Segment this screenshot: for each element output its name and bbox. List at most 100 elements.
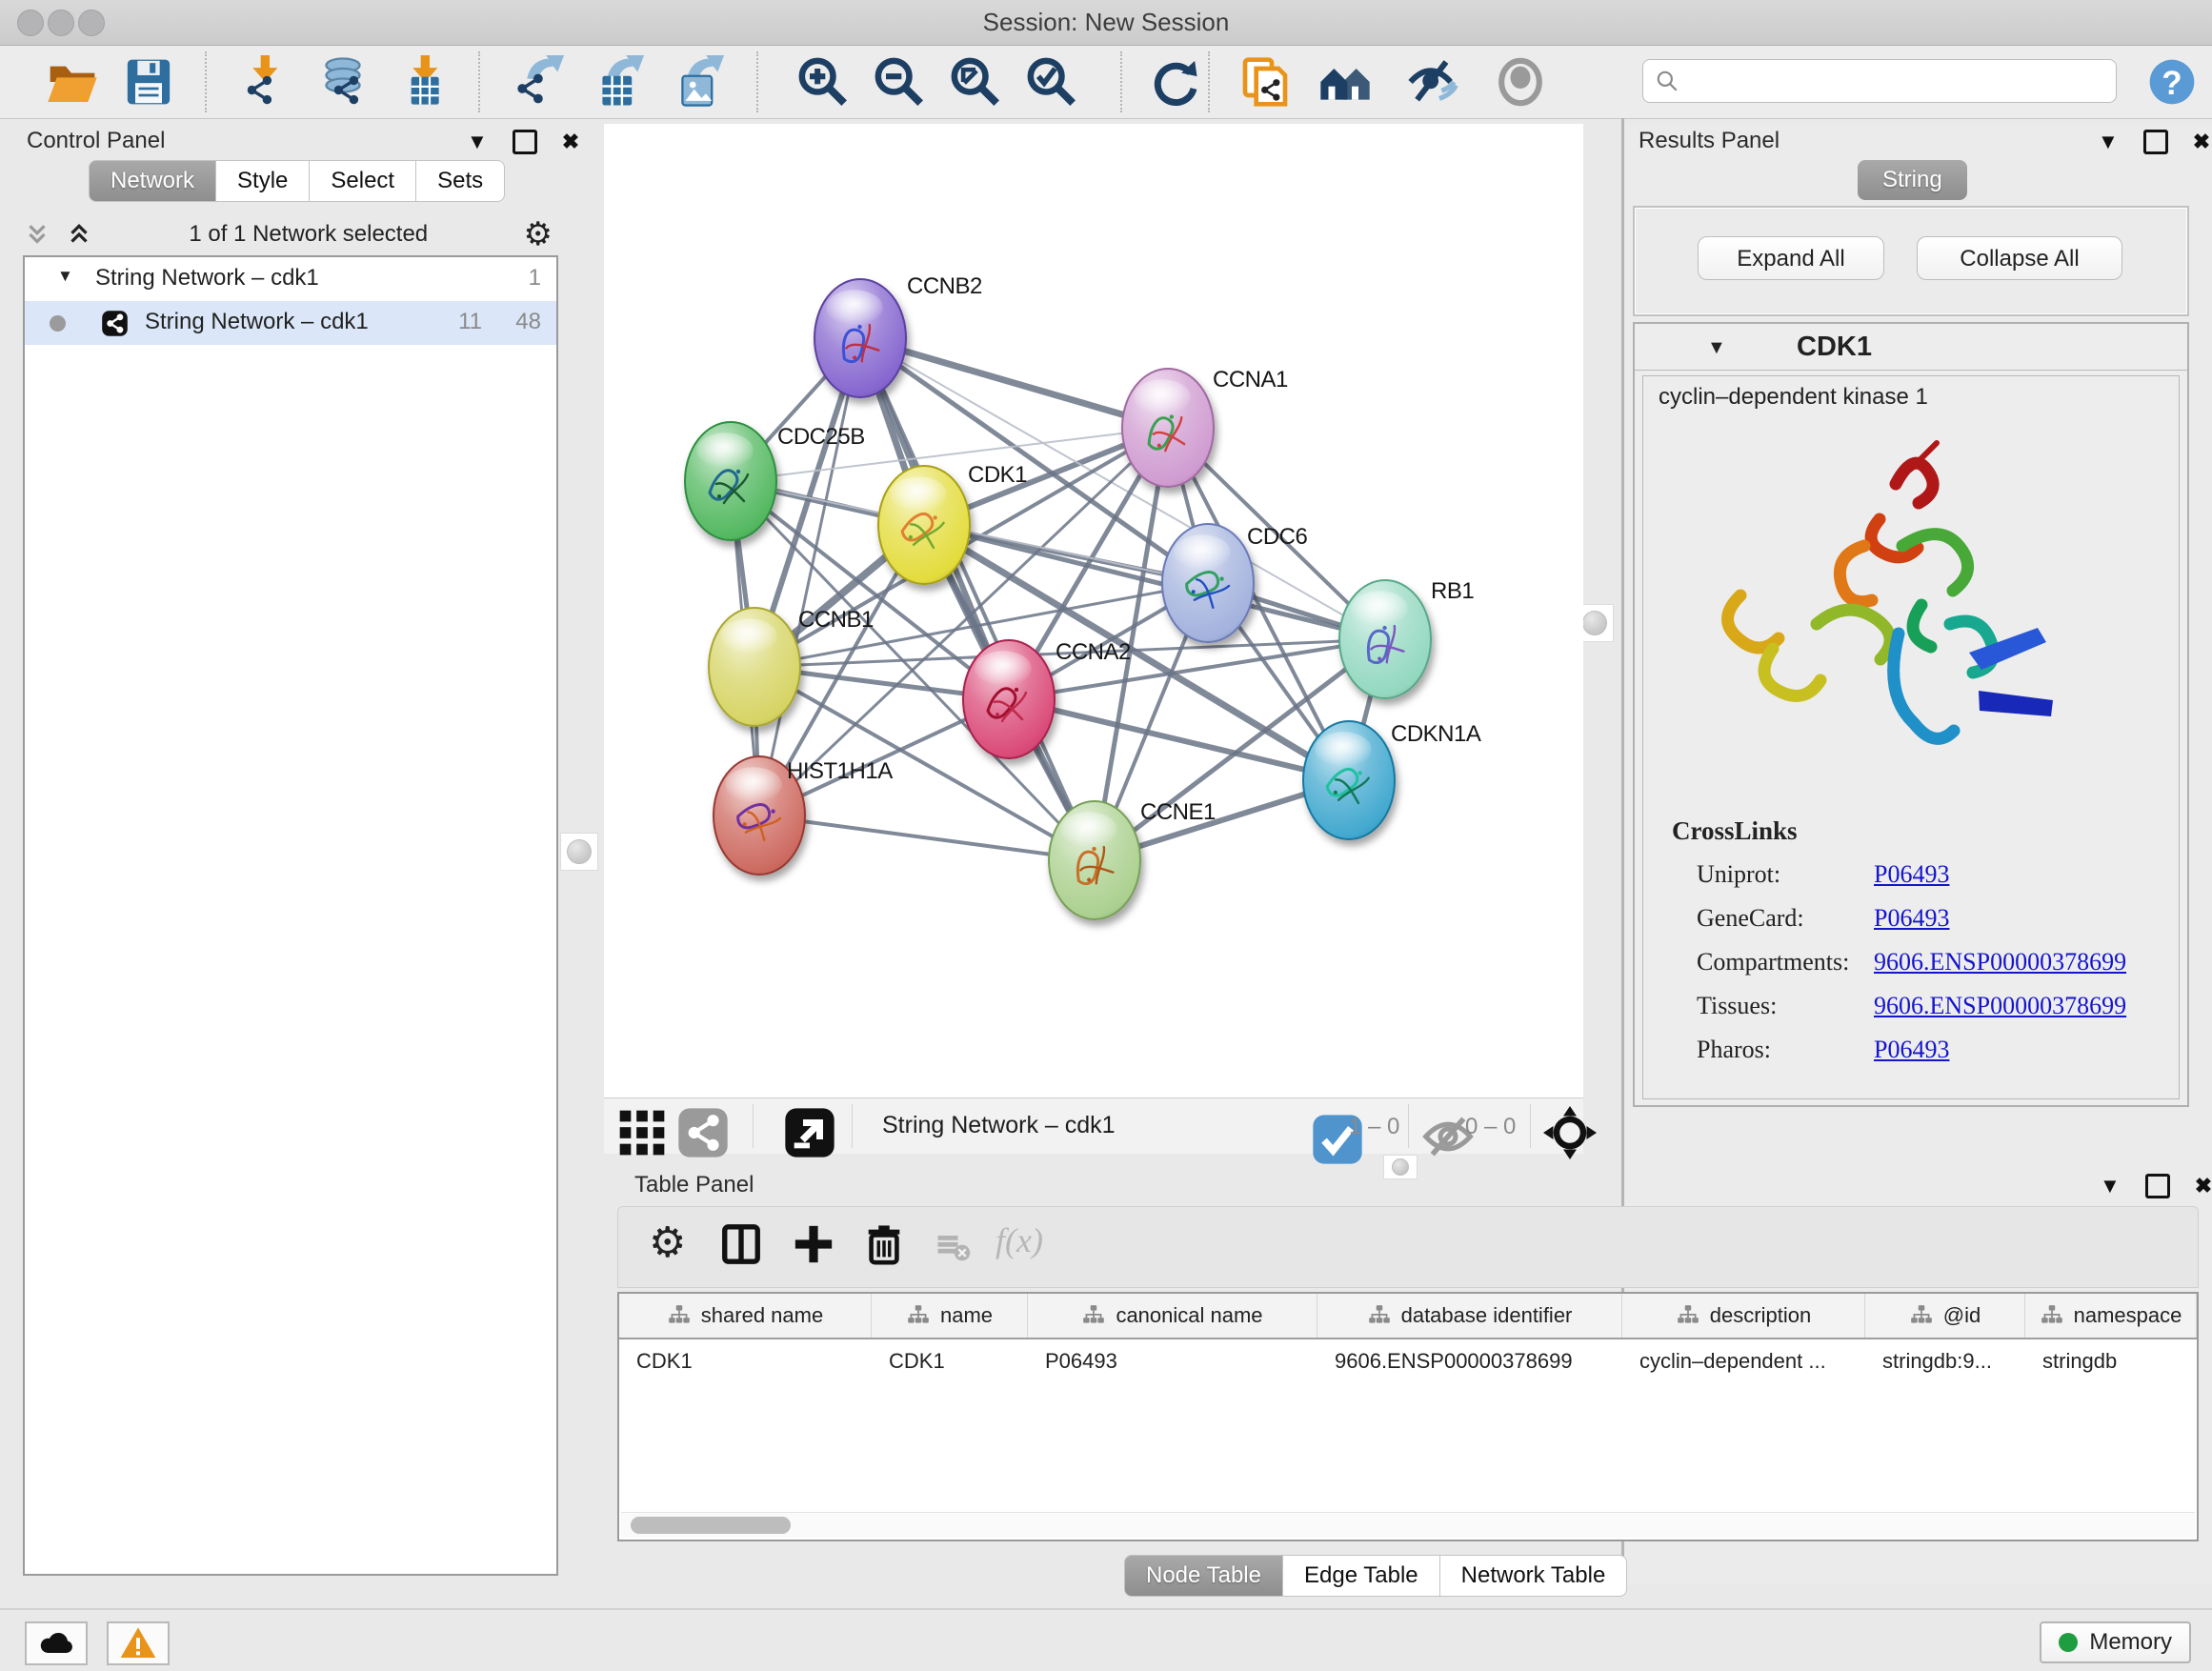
expand-all-icon[interactable] xyxy=(65,220,93,249)
clone-network-icon[interactable] xyxy=(1238,55,1292,109)
tab-sets[interactable]: Sets xyxy=(416,160,505,202)
network-view[interactable]: CCNB2CCNA1CDC25BCDK1CDC6RB1CCNB1CCNA2CDK… xyxy=(604,124,1583,1097)
network-node[interactable] xyxy=(1049,801,1140,919)
warnings-button[interactable] xyxy=(107,1621,170,1665)
gear-icon[interactable]: ⚙ xyxy=(524,218,553,251)
network-node[interactable] xyxy=(814,279,906,397)
scrollbar-thumb[interactable] xyxy=(631,1517,791,1534)
gene-header[interactable]: ▼ CDK1 xyxy=(1635,324,2187,371)
network-share-icon[interactable] xyxy=(676,1106,716,1146)
zoom-selected-icon[interactable] xyxy=(1025,55,1078,109)
tab-network-table[interactable]: Network Table xyxy=(1440,1555,1628,1597)
table-cell[interactable]: P06493 xyxy=(1028,1339,1317,1383)
tab-network[interactable]: Network xyxy=(89,160,216,202)
refresh-icon[interactable] xyxy=(1147,55,1200,109)
export-network-icon[interactable] xyxy=(511,55,564,109)
add-column-icon[interactable] xyxy=(792,1222,835,1271)
table-row[interactable]: CDK1CDK1P064939606.ENSP00000378699cyclin… xyxy=(619,1339,2197,1383)
close-panel-icon[interactable]: ✖ xyxy=(2193,131,2210,152)
close-panel-icon[interactable]: ✖ xyxy=(2195,1176,2212,1197)
horizontal-scrollbar[interactable] xyxy=(621,1512,2195,1538)
tab-select[interactable]: Select xyxy=(310,160,416,202)
column-header-id[interactable]: @id xyxy=(1865,1294,2025,1338)
tab-style[interactable]: Style xyxy=(216,160,310,202)
table-settings-gear-icon[interactable]: ⚙ xyxy=(649,1222,686,1264)
network-collection-row[interactable]: ▼ String Network – cdk1 1 xyxy=(25,257,556,301)
network-node[interactable] xyxy=(709,608,800,726)
gene-name: CDK1 xyxy=(1797,332,1872,363)
memory-button[interactable]: Memory xyxy=(2040,1621,2191,1663)
import-network-icon[interactable] xyxy=(236,55,290,109)
network-edge[interactable] xyxy=(860,338,1168,428)
maximize-panel-icon[interactable] xyxy=(2143,130,2168,154)
help-button[interactable]: ? xyxy=(2145,55,2199,109)
float-panel-icon[interactable]: ▼ xyxy=(2100,1176,2121,1197)
tab-node-table[interactable]: Node Table xyxy=(1124,1555,1283,1597)
table-cell[interactable]: CDK1 xyxy=(872,1339,1028,1383)
table-cell[interactable]: CDK1 xyxy=(619,1339,872,1383)
column-header-name[interactable]: name xyxy=(872,1294,1028,1338)
tab-edge-table[interactable]: Edge Table xyxy=(1283,1555,1440,1597)
node-table[interactable]: shared namenamecanonical namedatabase id… xyxy=(617,1292,2199,1541)
export-image-icon[interactable] xyxy=(671,55,724,109)
network-edge[interactable] xyxy=(759,338,860,815)
zoom-fit-icon[interactable] xyxy=(949,55,1002,109)
network-row[interactable]: String Network – cdk1 11 48 xyxy=(25,301,556,345)
open-in-new-window-icon[interactable] xyxy=(783,1106,823,1146)
collapse-all-button[interactable]: Collapse All xyxy=(1917,236,2122,280)
cytoscape-window: Session: New Session ? Control Panel ▼ ✖… xyxy=(0,0,2212,1671)
network-edge[interactable] xyxy=(759,815,1095,860)
show-hide-icon[interactable] xyxy=(1406,55,1459,109)
float-panel-icon[interactable]: ▼ xyxy=(467,131,488,152)
table-cell[interactable]: stringdb:9... xyxy=(1865,1339,2025,1383)
network-node[interactable] xyxy=(878,466,970,584)
maximize-panel-icon[interactable] xyxy=(513,130,537,154)
export-table-icon[interactable] xyxy=(591,55,644,109)
fit-selected-crosshair-icon[interactable] xyxy=(1543,1106,1585,1148)
delete-column-trash-icon[interactable] xyxy=(862,1222,906,1271)
string-home-icon[interactable] xyxy=(1318,55,1372,109)
expand-all-button[interactable]: Expand All xyxy=(1698,236,1884,280)
open-session-icon[interactable] xyxy=(46,55,99,109)
collapse-triangle-icon[interactable]: ▼ xyxy=(1707,337,1726,359)
crosslink-link[interactable]: P06493 xyxy=(1874,1036,1949,1064)
search-input[interactable] xyxy=(1642,59,2117,103)
table-cell[interactable]: stringdb xyxy=(2025,1339,2197,1383)
network-edge[interactable] xyxy=(860,338,1095,860)
column-header-database-identifier[interactable]: database identifier xyxy=(1317,1294,1622,1338)
table-tabs: Node TableEdge TableNetwork Table xyxy=(1124,1555,1627,1597)
network-node[interactable] xyxy=(1303,721,1395,839)
show-columns-icon[interactable] xyxy=(719,1222,763,1271)
crosslink-link[interactable]: P06493 xyxy=(1874,904,1949,933)
network-node[interactable] xyxy=(1162,524,1254,642)
column-header-shared-name[interactable]: shared name xyxy=(619,1294,872,1338)
selected-checkbox-icon[interactable] xyxy=(1311,1113,1337,1139)
zoom-out-icon[interactable] xyxy=(873,55,926,109)
column-header-description[interactable]: description xyxy=(1622,1294,1865,1338)
import-database-icon[interactable] xyxy=(316,55,370,109)
zoom-in-icon[interactable] xyxy=(796,55,850,109)
tab-string[interactable]: String xyxy=(1858,160,1967,200)
import-table-icon[interactable] xyxy=(396,55,450,109)
crosslink-link[interactable]: 9606.ENSP00000378699 xyxy=(1874,992,2126,1020)
network-selector-bar: 1 of 1 Network selected ⚙ xyxy=(23,214,558,254)
close-panel-icon[interactable]: ✖ xyxy=(562,131,579,152)
crosslink-link[interactable]: 9606.ENSP00000378699 xyxy=(1874,948,2126,976)
left-splitter-handle[interactable] xyxy=(560,833,598,871)
table-cell[interactable]: cyclin–dependent ... xyxy=(1622,1339,1865,1383)
network-node[interactable] xyxy=(1122,369,1214,487)
cloud-status-button[interactable] xyxy=(25,1621,88,1665)
network-node[interactable] xyxy=(963,640,1055,758)
column-header-canonical-name[interactable]: canonical name xyxy=(1028,1294,1317,1338)
float-panel-icon[interactable]: ▼ xyxy=(2098,131,2119,152)
crosslink-link[interactable]: P06493 xyxy=(1874,860,1949,889)
collapse-all-icon[interactable] xyxy=(23,220,51,249)
column-header-namespace[interactable]: namespace xyxy=(2025,1294,2197,1338)
table-cell[interactable]: 9606.ENSP00000378699 xyxy=(1317,1339,1622,1383)
network-node[interactable] xyxy=(1339,580,1431,698)
save-session-icon[interactable] xyxy=(122,55,175,109)
network-node[interactable] xyxy=(685,422,776,540)
expand-triangle-icon[interactable]: ▼ xyxy=(57,267,73,286)
maximize-panel-icon[interactable] xyxy=(2145,1174,2170,1198)
birds-eye-grid-icon[interactable] xyxy=(615,1106,655,1146)
